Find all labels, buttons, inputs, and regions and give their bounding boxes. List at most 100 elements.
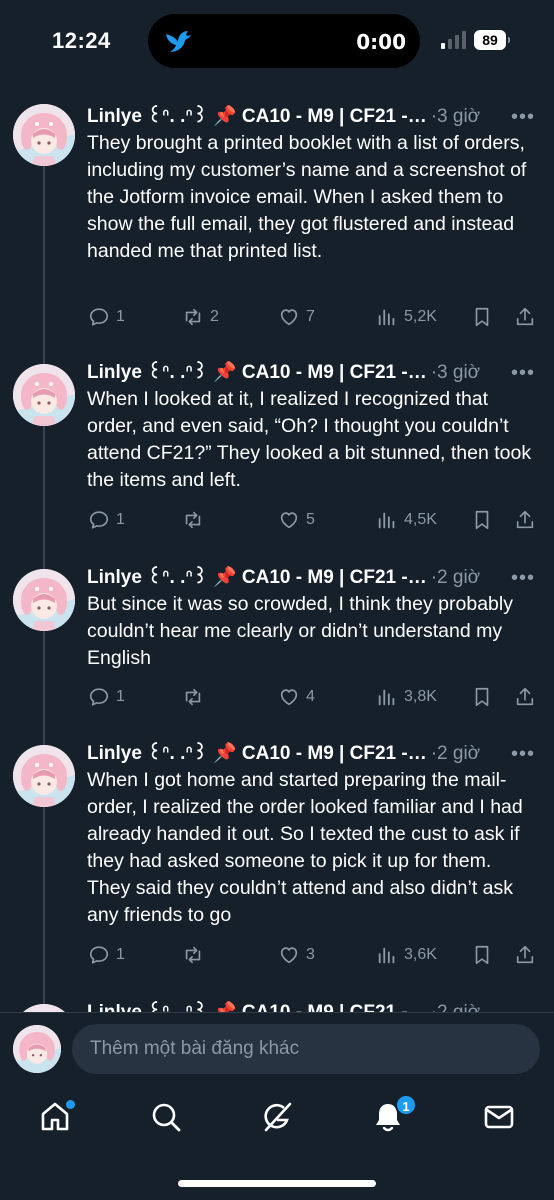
tab-messages[interactable]	[482, 1100, 518, 1136]
bird-icon	[166, 31, 191, 52]
post-header: Linlye ꒰ᐢ. .ᐢ꒱ 📌 CA10 - M9 | CF21 -…·2 g…	[87, 739, 537, 769]
thread-post[interactable]: Linlye ꒰ᐢ. .ᐢ꒱ 📌 CA10 - M9 | CF21 -…·2 g…	[0, 563, 554, 713]
share-icon	[516, 687, 534, 706]
like-button[interactable]: 4	[278, 683, 315, 711]
views-icon	[378, 512, 395, 529]
bookmark-icon	[475, 307, 489, 327]
tab-notifications[interactable]: 1	[371, 1094, 417, 1136]
avatar[interactable]	[13, 1025, 61, 1073]
bookmark-button[interactable]	[471, 683, 493, 711]
like-count: 3	[306, 946, 315, 963]
repost-button[interactable]: 2	[182, 303, 219, 331]
reply-button[interactable]: 1	[88, 941, 125, 969]
post-actions: 1 2 7 5,2K	[86, 303, 542, 331]
views-button[interactable]: 5,2K	[376, 303, 437, 331]
views-icon	[378, 309, 395, 326]
display-name[interactable]: Linlye ꒰ᐢ. .ᐢ꒱ 📌 CA10 - M9 | CF21 -…	[87, 567, 427, 588]
display-name[interactable]: Linlye ꒰ᐢ. .ᐢ꒱ 📌 CA10 - M9 | CF21 -…	[87, 362, 427, 383]
thread-post[interactable]: Linlye ꒰ᐢ. .ᐢ꒱ 📌 CA10 - M9 | CF21 -… ·3 g…	[0, 102, 554, 332]
post-header: Linlye ꒰ᐢ. .ᐢ꒱ 📌 CA10 - M9 | CF21 -… ·3 g…	[87, 358, 537, 388]
grok-icon	[264, 1102, 292, 1132]
reply-button[interactable]: 1	[88, 506, 125, 534]
post-text: When I looked at it, I realized I recogn…	[87, 388, 532, 491]
post-text: When I got home and started preparing th…	[87, 769, 523, 926]
tab-grok[interactable]	[260, 1100, 296, 1136]
avatar-illustration	[13, 1025, 61, 1073]
reply-button[interactable]: 1	[88, 683, 125, 711]
avatar-illustration	[13, 745, 75, 807]
share-icon	[516, 307, 534, 326]
like-count: 5	[306, 511, 315, 528]
views-button[interactable]: 3,6K	[376, 941, 437, 969]
thread-post[interactable]: Linlye ꒰ᐢ. .ᐢ꒱ 📌 CA10 - M9 | CF21 -… ·3 g…	[0, 358, 554, 538]
bookmark-button[interactable]	[471, 303, 493, 331]
view-count: 4,5K	[404, 511, 437, 528]
share-button[interactable]	[514, 941, 536, 969]
avatar[interactable]	[13, 745, 75, 807]
avatar[interactable]	[13, 104, 75, 166]
share-button[interactable]	[514, 683, 536, 711]
tab-search[interactable]	[149, 1100, 185, 1136]
post-header: Linlye ꒰ᐢ. .ᐢ꒱ 📌 CA10 - M9 | CF21 -… ·3 g…	[87, 102, 537, 132]
avatar[interactable]	[13, 364, 75, 426]
battery-indicator: 89	[474, 30, 510, 50]
repost-icon	[185, 511, 201, 529]
post-timestamp[interactable]: ·2 giờ	[431, 743, 480, 764]
tab-home[interactable]	[38, 1100, 75, 1136]
repost-icon	[185, 308, 201, 326]
post-actions: 1 5 4,5K	[86, 506, 542, 534]
bookmark-icon	[475, 687, 489, 707]
bookmark-icon	[475, 510, 489, 530]
repost-count: 2	[210, 308, 219, 325]
heart-icon	[280, 309, 298, 326]
avatar[interactable]	[13, 569, 75, 631]
heart-icon	[280, 512, 298, 529]
share-button[interactable]	[514, 506, 536, 534]
bookmark-button[interactable]	[471, 506, 493, 534]
clock: 12:24	[52, 28, 111, 53]
like-button[interactable]: 3	[278, 941, 315, 969]
post-timestamp[interactable]: ·3 giờ	[431, 106, 480, 127]
more-options-icon[interactable]: •••	[509, 102, 537, 132]
thread-post[interactable]: Linlye ꒰ᐢ. .ᐢ꒱ 📌 CA10 - M9 | CF21 -…·2 g…	[0, 739, 554, 979]
more-options-icon[interactable]: •••	[509, 358, 537, 388]
share-icon	[516, 510, 534, 529]
repost-button[interactable]	[182, 941, 210, 969]
signal-icon	[441, 31, 466, 49]
post-actions: 1 3 3,6K	[86, 941, 542, 969]
repost-button[interactable]	[182, 506, 210, 534]
like-count: 7	[306, 308, 315, 325]
reply-icon	[89, 688, 109, 706]
dynamic-island[interactable]: 0:00	[148, 14, 420, 68]
timer-readout: 0:00	[356, 30, 406, 54]
more-options-icon[interactable]: •••	[509, 563, 537, 593]
search-icon	[152, 1103, 181, 1132]
avatar-illustration	[13, 569, 75, 631]
envelope-icon	[484, 1105, 514, 1129]
compose-bar: Thêm một bài đăng khác	[0, 1012, 554, 1086]
avatar-illustration	[13, 104, 75, 166]
views-button[interactable]: 3,8K	[376, 683, 437, 711]
share-button[interactable]	[514, 303, 536, 331]
views-button[interactable]: 4,5K	[376, 506, 437, 534]
more-options-icon[interactable]: •••	[509, 739, 537, 769]
post-timestamp[interactable]: ·3 giờ	[431, 362, 480, 383]
like-button[interactable]: 7	[278, 303, 315, 331]
reply-count: 1	[116, 946, 125, 963]
repost-icon	[185, 946, 201, 964]
post-text: They brought a printed booklet with a li…	[87, 132, 527, 262]
views-icon	[378, 689, 395, 706]
home-indicator[interactable]	[178, 1180, 376, 1187]
like-button[interactable]: 5	[278, 506, 315, 534]
post-header: Linlye ꒰ᐢ. .ᐢ꒱ 📌 CA10 - M9 | CF21 -…·2 g…	[87, 563, 537, 593]
display-name[interactable]: Linlye ꒰ᐢ. .ᐢ꒱ 📌 CA10 - M9 | CF21 -…	[87, 743, 427, 764]
reply-icon	[89, 308, 109, 326]
post-text: But since it was so crowded, I think the…	[87, 593, 513, 669]
display-name[interactable]: Linlye ꒰ᐢ. .ᐢ꒱ 📌 CA10 - M9 | CF21 -…	[87, 106, 427, 127]
repost-button[interactable]	[182, 683, 210, 711]
reply-button[interactable]: 1	[88, 303, 125, 331]
bookmark-button[interactable]	[471, 941, 493, 969]
heart-icon	[280, 689, 298, 706]
add-post-input[interactable]: Thêm một bài đăng khác	[72, 1024, 540, 1074]
post-timestamp[interactable]: ·2 giờ	[431, 567, 480, 588]
